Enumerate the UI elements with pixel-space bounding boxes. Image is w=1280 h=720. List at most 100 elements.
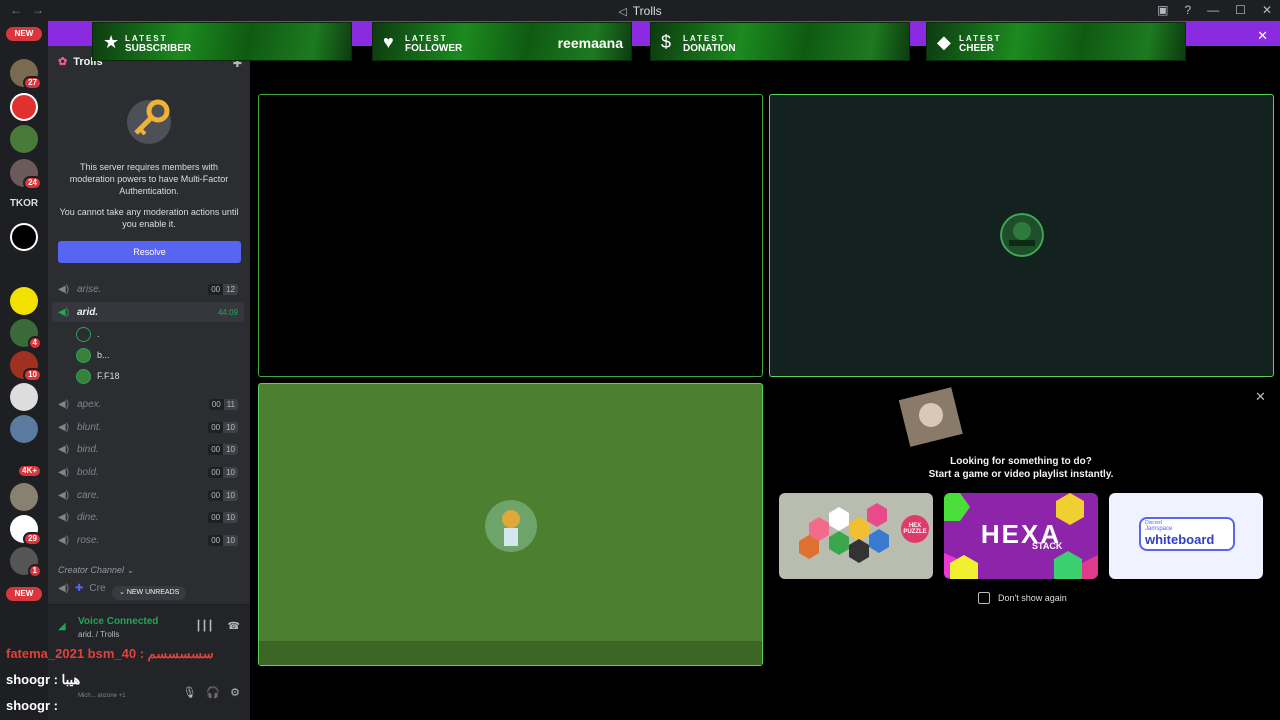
gear-icon[interactable]: ⚙ — [230, 686, 240, 699]
activity-card-whiteboard[interactable]: Discord Jamspace whiteboard — [1109, 493, 1263, 579]
hex-puzzle-art — [799, 503, 929, 563]
speaker-icon: ◀) — [58, 421, 70, 433]
stream-chat-message: fatema_2021 bsm_40 : سسسسسم — [6, 646, 214, 661]
tile-strip — [259, 641, 762, 665]
video-tile[interactable] — [258, 383, 763, 666]
star-icon: ★ — [103, 32, 120, 52]
noise-suppression-icon[interactable]: ┃┃┃ — [195, 621, 213, 632]
alert-latest-subscriber: ★ LATEST SUBSCRIBER — [92, 22, 352, 61]
user-limit: 00 10 — [208, 466, 238, 478]
server-icon[interactable] — [10, 383, 38, 411]
stream-chat-message: shoogr : — [6, 698, 58, 713]
close-window-icon[interactable]: ✕ — [1262, 3, 1272, 17]
inbox-icon[interactable]: ▣ — [1157, 3, 1168, 17]
voice-channel[interactable]: ◀) apex. 00 11 — [52, 394, 244, 414]
voice-member[interactable]: F.F18 — [76, 367, 120, 385]
help-icon[interactable]: ? — [1184, 3, 1191, 17]
mfa-notice: This server requires members with modera… — [69, 162, 229, 196]
window-controls: ▣ ? — ☐ ✕ — [1157, 3, 1272, 17]
close-icon[interactable]: ✕ — [1255, 389, 1266, 405]
server-icon[interactable]: 4K+ — [10, 447, 42, 478]
avatar — [76, 326, 91, 342]
server-icon[interactable]: 27 — [10, 59, 42, 90]
microphone-icon[interactable]: 🎙 — [182, 686, 196, 699]
speaker-icon: ◀) — [58, 306, 70, 318]
new-unreads-pill[interactable]: ⌄ NEW UNREADS — [112, 586, 187, 600]
user-limit: 00 10 — [208, 511, 238, 523]
speaker-icon: ◀) — [58, 511, 70, 523]
card-title: HEX PUZZLE — [903, 523, 927, 535]
avatar — [1000, 213, 1044, 257]
signal-icon[interactable]: ◢ — [58, 621, 66, 632]
server-icon[interactable] — [10, 483, 38, 511]
speaker-icon: ◀) — [58, 489, 70, 501]
activity-illustration — [898, 387, 963, 447]
video-tile[interactable] — [769, 94, 1274, 377]
speaker-icon: ◁ — [618, 6, 627, 18]
server-icon[interactable] — [10, 125, 38, 153]
checkbox[interactable] — [978, 592, 990, 604]
alert-latest-donation: $ LATEST DONATION — [650, 22, 910, 61]
server-icon-smiley[interactable] — [10, 287, 38, 315]
new-pill[interactable]: NEW — [6, 27, 42, 41]
server-tkor[interactable]: TKOR — [6, 198, 42, 209]
server-rail: NEW 27 24 TKOR 4 10 4K+ 29 1 NEW — [0, 21, 48, 720]
voice-connected-panel: ◢ Voice Connected arid. / Trolls ┃┃┃ ☎ — [48, 604, 250, 646]
video-tile[interactable] — [258, 94, 763, 377]
server-icon-z[interactable] — [10, 223, 38, 251]
activity-title: Looking for something to do? — [950, 456, 1092, 467]
user-limit: 00 10 — [208, 443, 238, 455]
voice-channel[interactable]: ◀) bind. 00 10 — [52, 439, 244, 459]
call-timer: 44:09 — [217, 307, 238, 317]
plus-icon: ✚ — [75, 583, 84, 594]
headphones-icon[interactable]: 🎧 — [206, 686, 220, 699]
activity-card-hex-puzzle[interactable]: HEX PUZZLE — [779, 493, 933, 579]
voice-channel[interactable]: ◀) care. 00 10 — [52, 485, 244, 505]
avatar — [76, 368, 91, 384]
voice-channel[interactable]: ◀) dine. 00 10 — [52, 507, 244, 527]
voice-controls: ┃┃┃ ☎ — [195, 621, 240, 632]
user-limit: 00 10 — [208, 489, 238, 501]
server-icon-play[interactable] — [10, 93, 38, 121]
voice-channel[interactable]: ◀) arise. 00 12 — [52, 279, 244, 299]
user-controls: 🎙 🎧 ⚙ — [182, 686, 240, 699]
user-limit: 00 12 — [208, 283, 238, 295]
maximize-icon[interactable]: ☐ — [1235, 3, 1246, 17]
server-icon[interactable]: 10 — [10, 351, 42, 382]
new-pill[interactable]: NEW — [6, 587, 42, 601]
server-icon[interactable]: 24 — [10, 159, 42, 190]
speaker-icon: ◀) — [58, 283, 70, 295]
resolve-button[interactable]: Resolve — [58, 241, 241, 263]
activity-card-hexa-stack[interactable]: HEXA STACK — [944, 493, 1098, 579]
voice-member[interactable]: . — [76, 325, 100, 343]
server-icon[interactable]: 29 — [10, 515, 42, 546]
voice-channel[interactable]: ◀) blunt. 00 10 — [52, 417, 244, 437]
avatar — [76, 347, 91, 363]
speaker-icon: ◀) — [58, 583, 70, 594]
card-subtitle: whiteboard — [1145, 532, 1215, 547]
dont-show-again[interactable]: Don't show again — [978, 592, 1067, 604]
voice-channel[interactable]: ◀) rose. 00 10 — [52, 530, 244, 550]
category-creator-channel[interactable]: Creator Channel ⌄ — [58, 565, 134, 576]
card-title: HEXA — [980, 519, 1062, 549]
server-icon[interactable] — [10, 415, 38, 443]
channel-sidebar: ✿ Trolls ✚ This server requires members … — [48, 21, 250, 720]
user-limit: 00 10 — [208, 421, 238, 433]
voice-channel[interactable]: ◀) bold. 00 10 — [52, 462, 244, 482]
server-icon[interactable]: 1 — [10, 547, 42, 578]
disconnect-icon[interactable]: ☎ — [228, 621, 240, 632]
key-icon — [127, 99, 171, 144]
speaker-icon: ◀) — [58, 398, 70, 410]
create-channel-row[interactable]: ◀) ✚ Cre — [58, 583, 106, 594]
server-icon[interactable] — [10, 255, 38, 283]
alert-latest-follower: ♥ LATEST FOLLOWER reemaana — [372, 22, 632, 61]
avatar — [485, 500, 537, 552]
server-icon[interactable]: 4 — [10, 319, 42, 350]
close-icon[interactable]: ✕ — [1257, 28, 1268, 44]
voice-member[interactable]: b... — [76, 346, 110, 364]
activity-subtitle: Start a game or video playlist instantly… — [928, 469, 1114, 480]
mfa-warning: You cannot take any moderation actions u… — [59, 207, 239, 229]
voice-channel-active[interactable]: ◀) arid. 44:09 — [52, 302, 244, 322]
minimize-icon[interactable]: — — [1207, 3, 1219, 17]
diamond-icon: ◆ — [937, 32, 951, 52]
